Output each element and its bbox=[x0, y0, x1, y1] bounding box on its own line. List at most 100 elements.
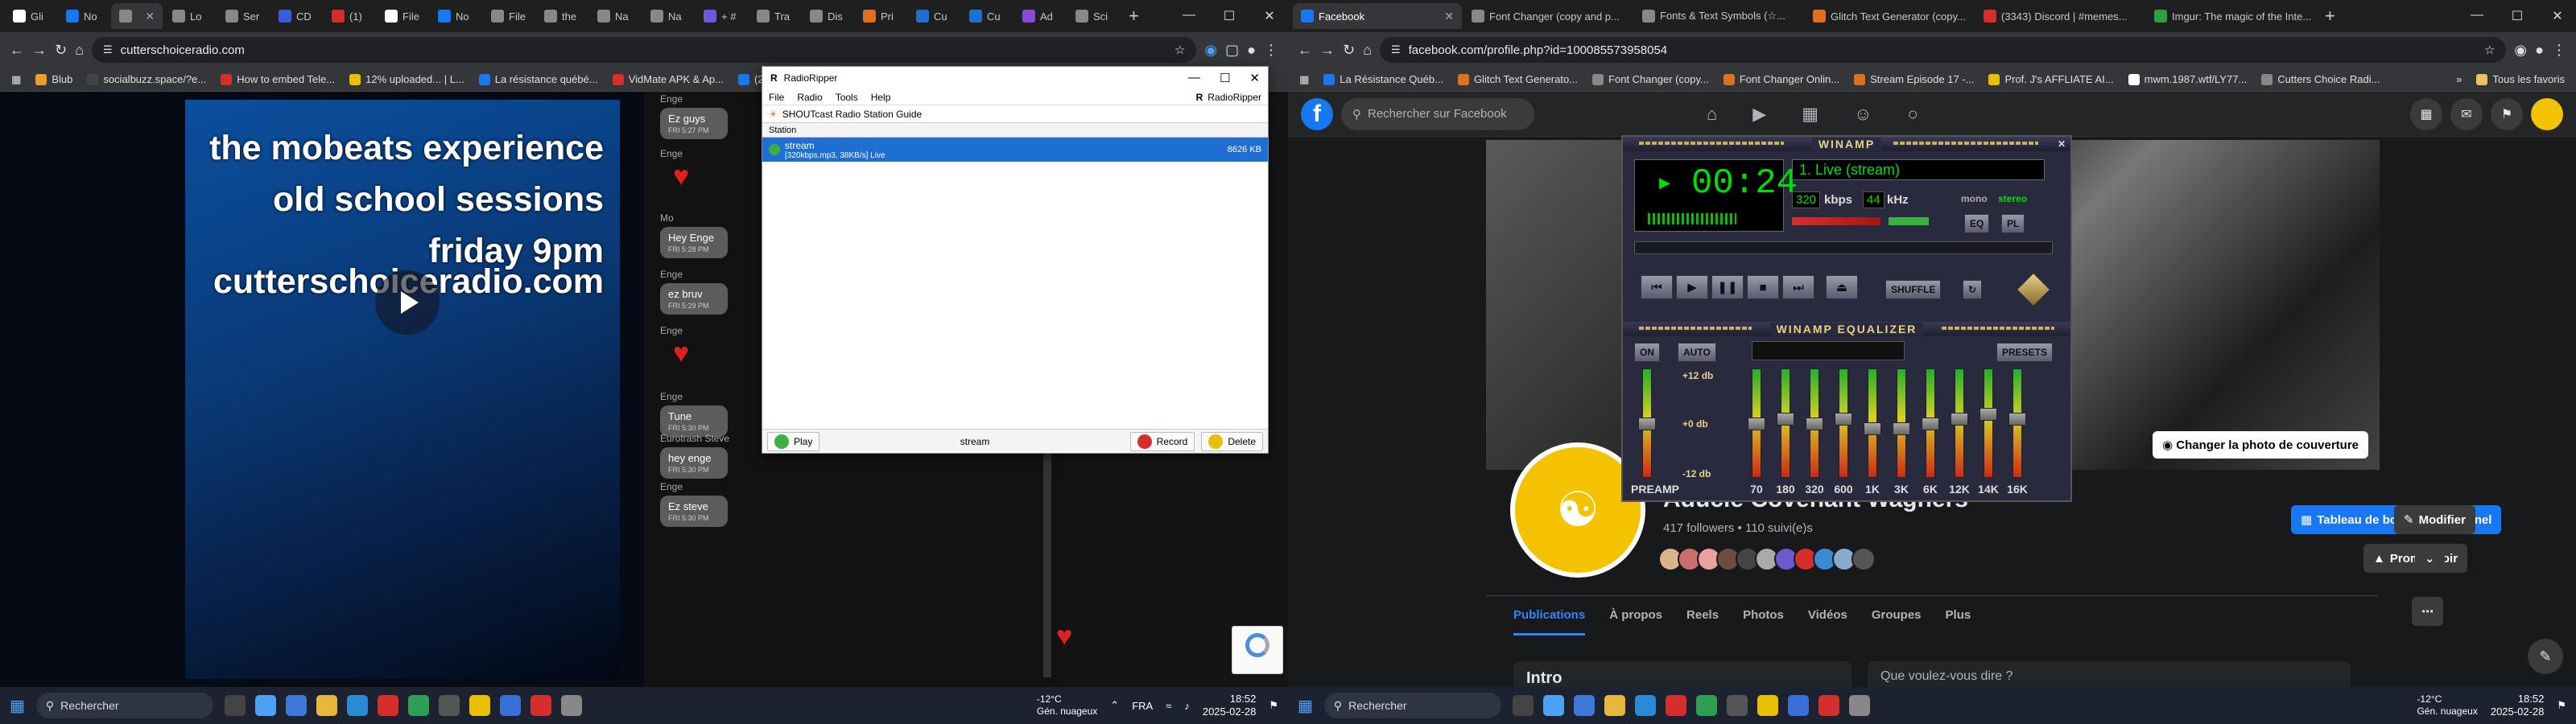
window-icon[interactable]: ▢ bbox=[1225, 42, 1239, 59]
taskbar-app-icon[interactable] bbox=[1818, 695, 1839, 716]
taskbar-app-icon[interactable] bbox=[1604, 695, 1625, 716]
rr-station-row[interactable]: stream [320kbps,mp3, 38KB/s] Live 8626 K… bbox=[762, 138, 1268, 162]
apps-grid-icon[interactable]: ▦ bbox=[1299, 73, 1309, 86]
browser-tab[interactable]: Tra bbox=[749, 3, 800, 29]
eq-presets-button[interactable]: PRESETS bbox=[1996, 343, 2054, 362]
browser-tab[interactable]: + # bbox=[696, 3, 747, 29]
taskbar-search[interactable]: ⚲ Rechercher bbox=[35, 693, 213, 718]
bookmark-star-icon[interactable]: ☆ bbox=[1174, 43, 1185, 57]
messenger-icon[interactable]: ✉ bbox=[2450, 97, 2483, 130]
minimize-icon[interactable]: — bbox=[1170, 8, 1208, 24]
all-bookmarks[interactable]: Tous les favoris bbox=[2476, 73, 2565, 85]
taskbar-app-icon[interactable] bbox=[1634, 695, 1656, 716]
eq-slider-knob[interactable] bbox=[1864, 422, 1881, 435]
winamp-seek-bar[interactable] bbox=[1634, 241, 2053, 254]
windows-start-icon[interactable]: ▦ bbox=[10, 696, 25, 716]
eject-icon[interactable]: ⏏ bbox=[1826, 275, 1858, 299]
close-icon[interactable]: ✕ bbox=[1251, 8, 1288, 24]
rr-menu-tools[interactable]: Tools bbox=[836, 92, 858, 103]
home-icon[interactable]: ⌂ bbox=[1363, 42, 1372, 59]
close-icon[interactable]: ✕ bbox=[1249, 71, 1260, 85]
rr-column-header[interactable]: Station bbox=[762, 123, 1268, 138]
taskbar-app-icon[interactable] bbox=[1848, 695, 1870, 716]
taskbar-app-icon[interactable] bbox=[1542, 695, 1564, 716]
bookmark-star-icon[interactable]: ☆ bbox=[2484, 43, 2495, 57]
taskbar-app-icon[interactable] bbox=[469, 695, 490, 716]
site-info-icon[interactable]: ☰ bbox=[1391, 43, 1401, 56]
bookmark-item[interactable]: Stream Episode 17 -... bbox=[1854, 73, 1974, 85]
eq-slider-knob[interactable] bbox=[1835, 413, 1852, 426]
profile-icon[interactable]: ● bbox=[1247, 42, 1256, 59]
winamp-titlebar[interactable]: WINAMP ✕ bbox=[1623, 137, 2070, 151]
next-icon[interactable]: ⏭ bbox=[1782, 275, 1814, 299]
bookmark-item[interactable]: socialbuzz.space/?e... bbox=[87, 73, 206, 85]
browser-tab[interactable]: (3343) Discord | #memes... bbox=[1975, 3, 2145, 29]
video-player[interactable]: the mobeats experience old school sessio… bbox=[185, 100, 620, 679]
browser-tab[interactable]: Cu bbox=[961, 3, 1013, 29]
weather-widget[interactable]: -12°C Gén. nuageux bbox=[1037, 693, 1097, 718]
followers-avatars[interactable] bbox=[1658, 547, 1876, 571]
eq-band-slider[interactable] bbox=[1864, 368, 1881, 478]
browser-tab[interactable]: CD bbox=[270, 3, 322, 29]
edit-profile-button[interactable]: ✎ Modifier bbox=[2394, 505, 2475, 534]
taskbar-app-icon[interactable] bbox=[1695, 695, 1717, 716]
taskbar-app-icon[interactable] bbox=[530, 695, 551, 716]
browser-tab[interactable]: No bbox=[430, 3, 481, 29]
compose-pencil-icon[interactable]: ✎ bbox=[2528, 639, 2563, 674]
profile-icon[interactable]: ● bbox=[2535, 42, 2544, 59]
volume-icon[interactable]: ♪ bbox=[1184, 700, 1190, 712]
change-cover-button[interactable]: ◉ Changer la photo de couverture bbox=[2153, 431, 2368, 459]
eq-band-slider[interactable] bbox=[1922, 368, 1939, 478]
eq-slider-knob[interactable] bbox=[2008, 413, 2026, 426]
home-icon[interactable]: ⌂ bbox=[1707, 104, 1717, 125]
browser-tab[interactable]: (1) bbox=[324, 3, 375, 29]
bookmark-item[interactable]: Prof. J's AFFLIATE AI... bbox=[1988, 73, 2114, 85]
menu-icon[interactable]: ⋮ bbox=[1264, 42, 1278, 59]
bookmark-item[interactable]: How to embed Tele... bbox=[221, 73, 335, 85]
forward-icon[interactable]: → bbox=[32, 42, 47, 59]
profile-tab[interactable]: À propos bbox=[1609, 608, 1662, 636]
profile-tab[interactable]: Vidéos bbox=[1808, 608, 1847, 636]
preamp-slider[interactable] bbox=[1638, 368, 1656, 478]
new-tab-button[interactable]: + bbox=[1121, 6, 1147, 27]
browser-tab[interactable]: Na bbox=[589, 3, 641, 29]
eq-slider-knob[interactable] bbox=[1748, 418, 1765, 430]
eq-slider-knob[interactable] bbox=[1893, 422, 1910, 435]
browser-tab[interactable]: Imgur: The magic of the Inte... bbox=[2146, 3, 2315, 29]
reload-icon[interactable]: ↻ bbox=[55, 42, 67, 59]
facebook-search[interactable]: ⚲ Rechercher sur Facebook bbox=[1341, 97, 1534, 130]
home-icon[interactable]: ⌂ bbox=[75, 42, 84, 59]
apps-grid-icon[interactable]: ▦ bbox=[11, 73, 21, 86]
repeat-icon[interactable]: ↻ bbox=[1963, 280, 1983, 299]
video-icon[interactable]: ▶ bbox=[1752, 104, 1766, 125]
stop-icon[interactable]: ■ bbox=[1747, 275, 1779, 299]
taskbar-app-icon[interactable] bbox=[285, 695, 307, 716]
windows-start-icon[interactable]: ▦ bbox=[1298, 696, 1313, 716]
browser-tab[interactable]: Fonts & Text Symbols (☆... bbox=[1634, 3, 1803, 29]
eq-band-slider[interactable] bbox=[1951, 368, 1968, 478]
maximize-icon[interactable]: ☐ bbox=[1211, 8, 1248, 24]
browser-tab[interactable]: Dis bbox=[802, 3, 853, 29]
eq-band-slider[interactable] bbox=[1835, 368, 1852, 478]
rr-menu-radio[interactable]: Radio bbox=[797, 92, 822, 103]
rr-menu-file[interactable]: File bbox=[769, 92, 784, 103]
browser-tab[interactable]: Font Changer (copy and p... bbox=[1463, 3, 1633, 29]
back-icon[interactable]: ← bbox=[1298, 42, 1312, 59]
profile-tab[interactable]: Groupes bbox=[1872, 608, 1922, 636]
taskbar-app-icon[interactable] bbox=[316, 695, 337, 716]
bookmark-item[interactable]: Glitch Text Generato... bbox=[1457, 73, 1578, 85]
taskbar-app-icon[interactable] bbox=[377, 695, 398, 716]
address-bar[interactable]: ☰ cutterschoiceradio.com ☆ bbox=[91, 37, 1197, 63]
browser-tab[interactable]: Cu bbox=[908, 3, 960, 29]
eq-on-button[interactable]: ON bbox=[1634, 343, 1660, 362]
taskbar-app-icon[interactable] bbox=[254, 695, 276, 716]
tab-close-icon[interactable]: ✕ bbox=[1444, 10, 1454, 23]
profile-tab[interactable]: Plus bbox=[1946, 608, 1971, 636]
notification-icon[interactable]: ⚑ bbox=[2557, 699, 2566, 712]
taskbar-app-icon[interactable] bbox=[346, 695, 368, 716]
bookmark-item[interactable]: La résistance québé... bbox=[478, 73, 598, 85]
winamp-close-icon[interactable]: ✕ bbox=[2058, 138, 2067, 150]
browser-tab[interactable]: Lo bbox=[164, 3, 216, 29]
browser-tab[interactable]: Glitch Text Generator (copy... bbox=[1805, 3, 1974, 29]
marketplace-icon[interactable]: ▦ bbox=[1802, 104, 1818, 125]
